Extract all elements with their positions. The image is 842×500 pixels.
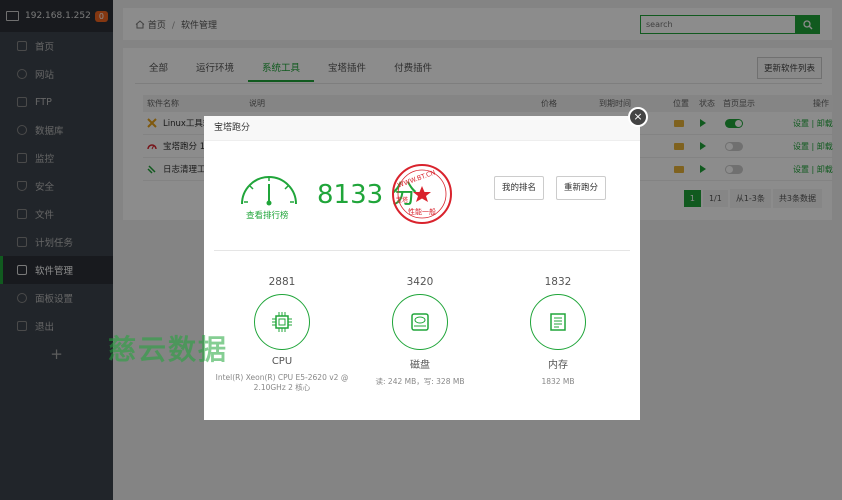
- dialog-divider: [214, 250, 630, 251]
- rating-stamp: WWW.BT.CN 性能一般 宝塔: [392, 164, 452, 224]
- rerun-benchmark-button[interactable]: 重新跑分: [556, 176, 606, 200]
- memory-desc: 1832 MB: [541, 377, 575, 386]
- memory-label: 内存: [548, 360, 568, 371]
- cpu-ring: [254, 294, 310, 350]
- disk-desc: 读: 242 MB，写: 328 MB: [375, 377, 465, 386]
- memory-metric: 1832 内存 1832 MB: [488, 276, 628, 387]
- disk-ring: [392, 294, 448, 350]
- cpu-desc: Intel(R) Xeon(R) CPU E5-2620 v2 @ 2.10GH…: [215, 373, 349, 392]
- my-rank-button[interactable]: 我的排名: [494, 176, 544, 200]
- close-button[interactable]: ×: [628, 107, 648, 127]
- watermark: 慈云数据: [108, 333, 229, 366]
- memory-icon: [550, 313, 566, 331]
- disk-metric: 3420 磁盘 读: 242 MB，写: 328 MB: [350, 276, 490, 387]
- disk-icon: [411, 313, 429, 331]
- memory-score: 1832: [544, 276, 572, 288]
- memory-ring: [530, 294, 586, 350]
- cpu-label: CPU: [271, 356, 293, 367]
- view-leaderboard-link[interactable]: 查看排行榜: [246, 209, 289, 221]
- cpu-score: 2881: [268, 276, 296, 288]
- stamp-bottom-text: 性能一般: [408, 207, 436, 216]
- speedometer-icon: [241, 176, 297, 206]
- cpu-metric: 2881 CPU Intel(R) Xeon(R) CPU E5-2620 v2…: [212, 276, 352, 393]
- disk-label: 磁盘: [410, 360, 430, 371]
- benchmark-dialog: 宝塔跑分 × 查看排行榜 8133 分 WWW.BT.CN 性能一般 宝塔 我的…: [204, 107, 648, 420]
- stamp-side-text: 宝塔: [396, 196, 408, 204]
- cpu-icon: [272, 312, 292, 332]
- disk-score: 3420: [406, 276, 434, 288]
- dialog-title: 宝塔跑分: [204, 116, 640, 141]
